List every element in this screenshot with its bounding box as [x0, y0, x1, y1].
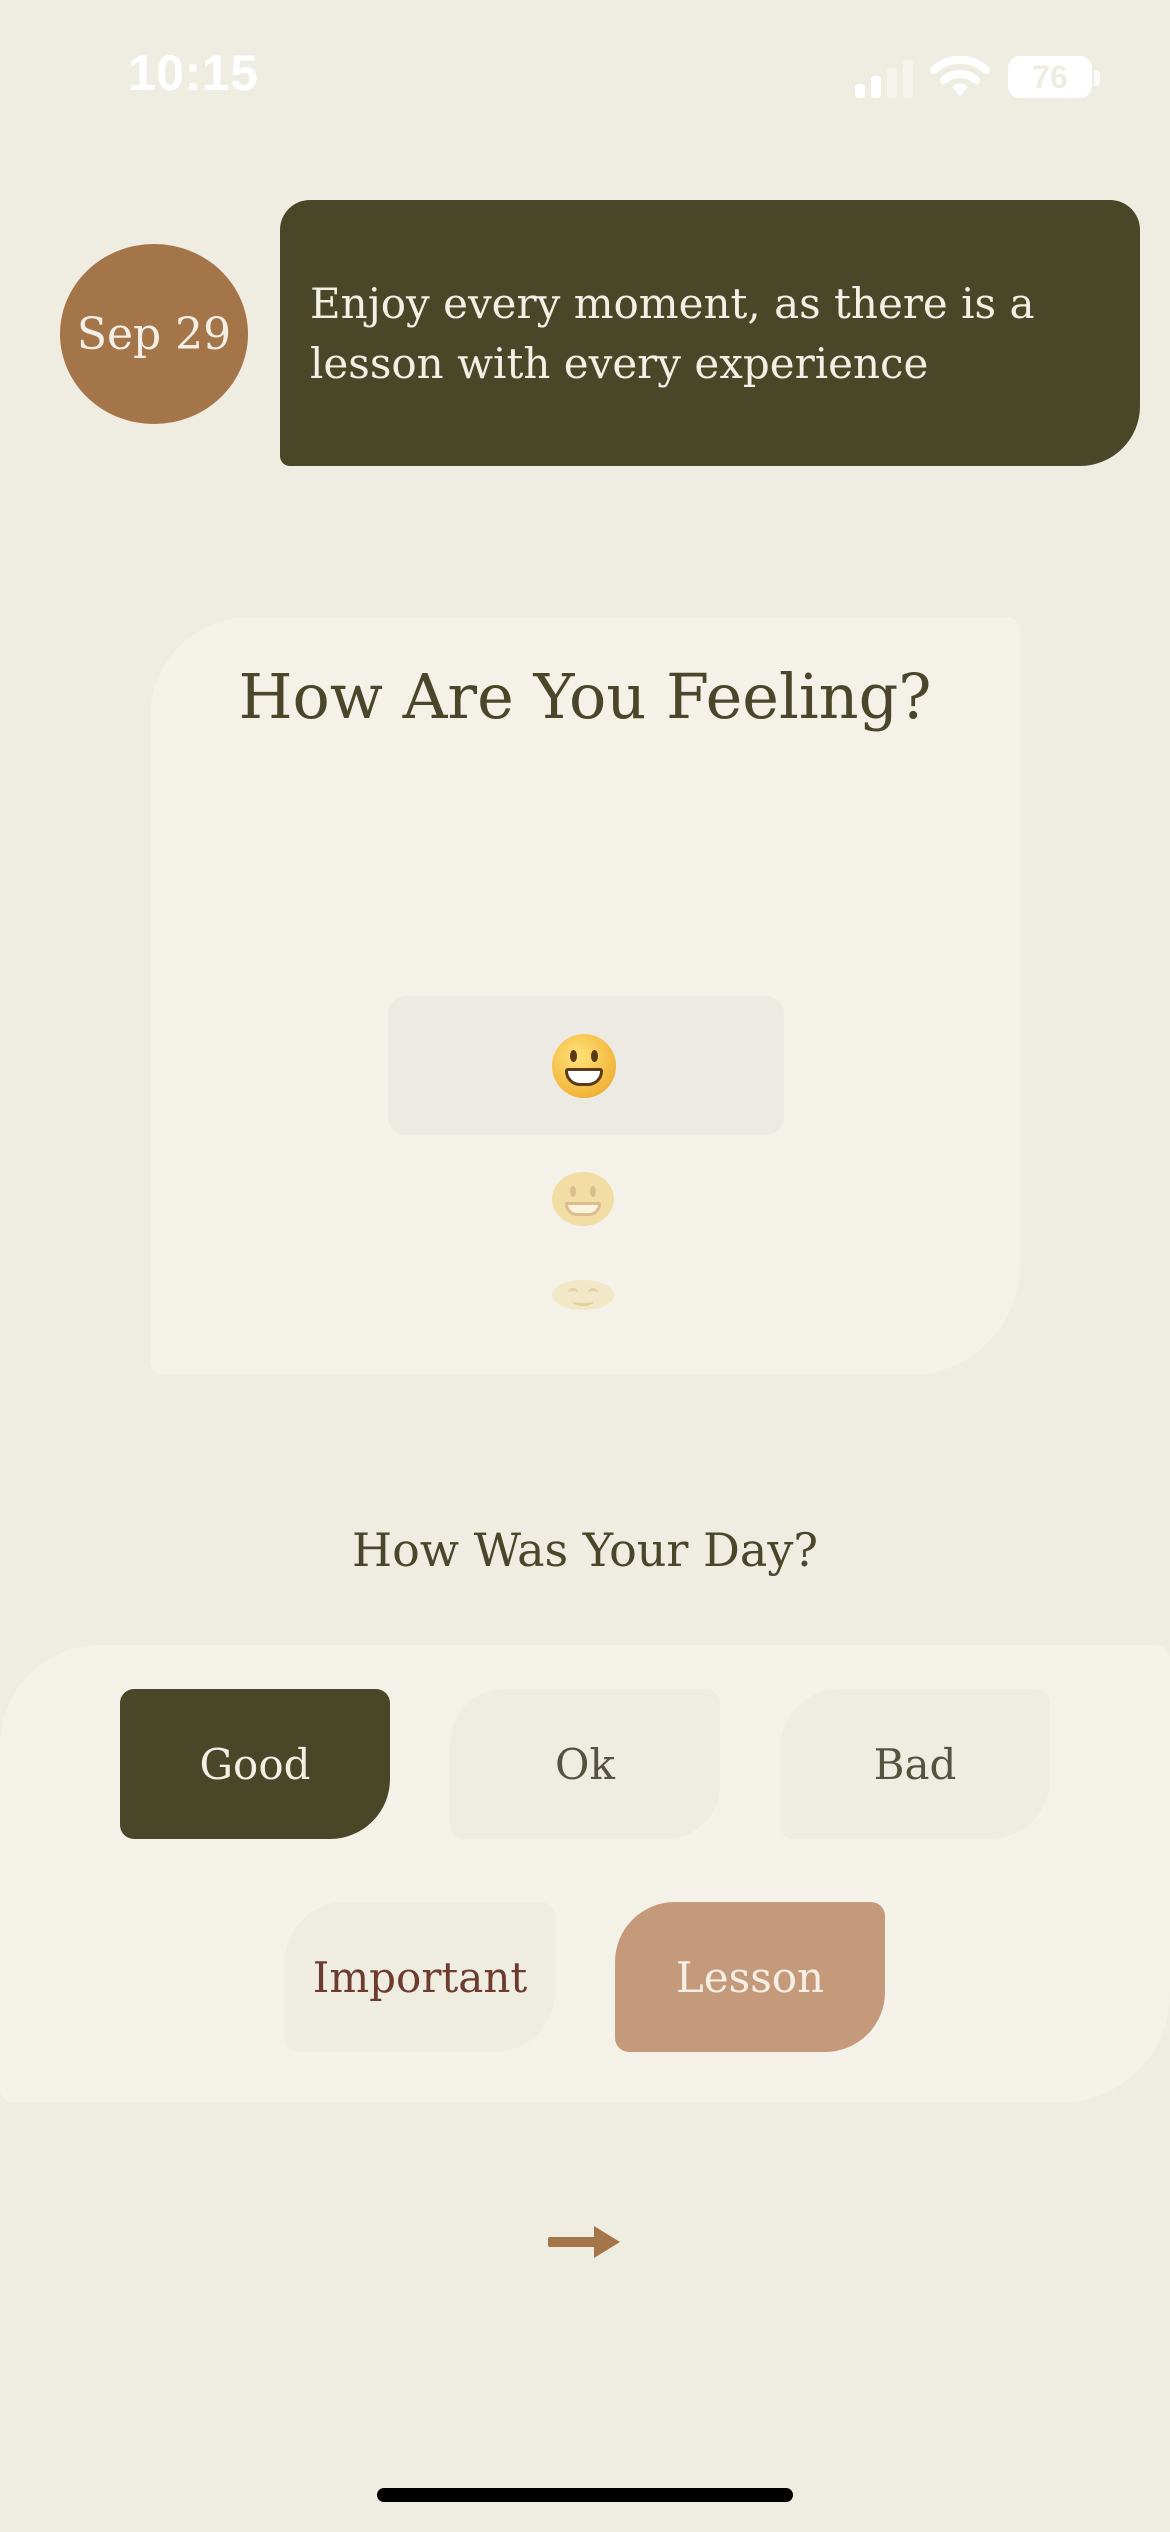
- option-lesson-button[interactable]: Lesson: [615, 1902, 885, 2052]
- grinning-face-icon[interactable]: [552, 1034, 616, 1098]
- battery-level: 76: [1032, 58, 1068, 95]
- feeling-title: How Are You Feeling?: [238, 660, 932, 733]
- option-ok-button[interactable]: Ok: [450, 1689, 720, 1839]
- home-indicator[interactable]: [377, 2488, 793, 2502]
- smiling-face-icon[interactable]: [552, 1172, 614, 1226]
- date-badge: Sep 29: [60, 244, 248, 424]
- status-time: 10:15: [128, 45, 259, 101]
- option-good-label: Good: [199, 1739, 311, 1789]
- smiling-eyes-face-icon[interactable]: [552, 1280, 614, 1310]
- quote-text: Enjoy every moment, as there is a lesson…: [310, 279, 1035, 388]
- option-good-button[interactable]: Good: [120, 1689, 390, 1839]
- option-bad-label: Bad: [873, 1739, 957, 1789]
- option-lesson-label: Lesson: [675, 1952, 825, 2002]
- battery-nub: [1094, 70, 1100, 86]
- signal-icon: [855, 58, 915, 98]
- date-label: Sep 29: [76, 308, 232, 360]
- option-ok-label: Ok: [555, 1739, 615, 1789]
- quote-bubble: Enjoy every moment, as there is a lesson…: [280, 200, 1140, 466]
- option-important-label: Important: [312, 1952, 528, 2002]
- arrow-right-icon[interactable]: [548, 2222, 620, 2262]
- day-title: How Was Your Day?: [352, 1523, 818, 1577]
- option-bad-button[interactable]: Bad: [780, 1689, 1050, 1839]
- option-important-button[interactable]: Important: [285, 1902, 555, 2052]
- wifi-icon: [930, 55, 990, 96]
- battery-icon: 76: [1008, 56, 1092, 98]
